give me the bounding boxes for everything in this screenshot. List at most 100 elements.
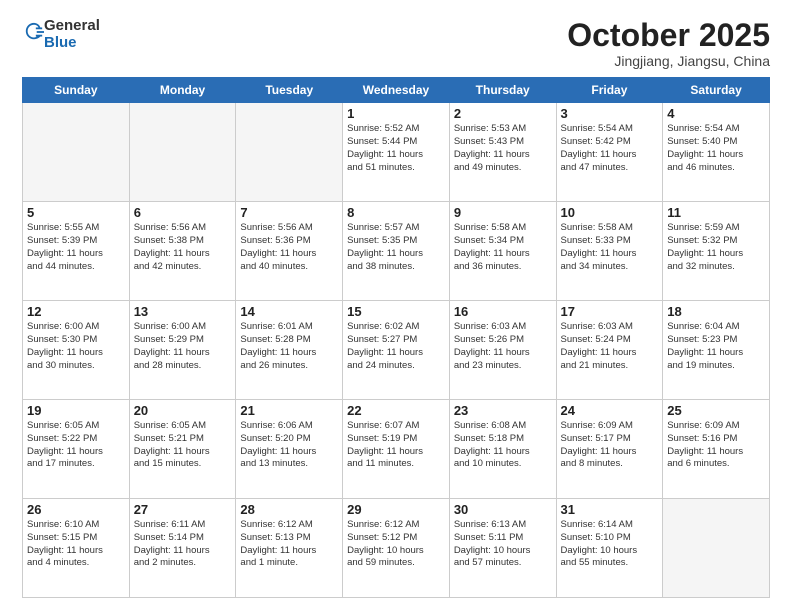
day-number: 20 [134,403,232,418]
calendar-cell [663,499,770,598]
day-info: Sunrise: 5:56 AM Sunset: 5:36 PM Dayligh… [240,222,338,273]
header-sunday: Sunday [23,78,130,103]
day-number: 19 [27,403,125,418]
calendar-cell [23,103,130,202]
day-info: Sunrise: 6:05 AM Sunset: 5:22 PM Dayligh… [27,420,125,471]
calendar-cell: 8 Sunrise: 5:57 AM Sunset: 5:35 PM Daylig… [343,202,450,301]
calendar-week-row: 1Sunrise: 5:52 AM Sunset: 5:44 PM Daylig… [23,103,770,202]
calendar-cell: 28Sunrise: 6:12 AM Sunset: 5:13 PM Dayli… [236,499,343,598]
day-number: 3 [561,106,659,121]
weekday-header-row: Sunday Monday Tuesday Wednesday Thursday… [23,78,770,103]
logo: General Blue [22,18,100,51]
day-number: 23 [454,403,552,418]
calendar-cell: 2Sunrise: 5:53 AM Sunset: 5:43 PM Daylig… [449,103,556,202]
header-monday: Monday [129,78,236,103]
day-number: 4 [667,106,765,121]
location: Jingjiang, Jiangsu, China [567,53,770,69]
calendar-cell: 23 Sunrise: 6:08 AM Sunset: 5:18 PM Dayli… [449,400,556,499]
day-number: 26 [27,502,125,517]
day-number: 27 [134,502,232,517]
calendar-cell: 12 Sunrise: 6:00 AM Sunset: 5:30 PM Dayli… [23,301,130,400]
day-number: 30 [454,502,552,517]
day-info: Sunrise: 6:00 AM Sunset: 5:30 PM Dayligh… [27,321,125,372]
day-info: Sunrise: 6:00 AM Sunset: 5:29 PM Dayligh… [134,321,232,372]
calendar-cell: 27 Sunrise: 6:11 AM Sunset: 5:14 PM Dayli… [129,499,236,598]
day-info: Sunrise: 6:14 AM Sunset: 5:10 PM Dayligh… [561,519,659,570]
calendar-cell [236,103,343,202]
day-info: Sunrise: 6:06 AM Sunset: 5:20 PM Dayligh… [240,420,338,471]
header-wednesday: Wednesday [343,78,450,103]
day-info: Sunrise: 6:03 AM Sunset: 5:26 PM Dayligh… [454,321,552,372]
header-saturday: Saturday [663,78,770,103]
day-number: 9 [454,205,552,220]
day-info: Sunrise: 6:04 AM Sunset: 5:23 PM Dayligh… [667,321,765,372]
logo-blue-text: Blue [44,34,77,51]
calendar-cell: 4Sunrise: 5:54 AM Sunset: 5:40 PM Daylig… [663,103,770,202]
day-info: Sunrise: 5:56 AM Sunset: 5:38 PM Dayligh… [134,222,232,273]
day-info: Sunrise: 6:08 AM Sunset: 5:18 PM Dayligh… [454,420,552,471]
page: General Blue October 2025 Jingjiang, Jia… [0,0,792,612]
day-info: Sunrise: 6:13 AM Sunset: 5:11 PM Dayligh… [454,519,552,570]
calendar-cell: 22Sunrise: 6:07 AM Sunset: 5:19 PM Dayli… [343,400,450,499]
day-info: Sunrise: 6:01 AM Sunset: 5:28 PM Dayligh… [240,321,338,372]
calendar-cell: 31 Sunrise: 6:14 AM Sunset: 5:10 PM Dayli… [556,499,663,598]
day-number: 16 [454,304,552,319]
calendar-cell: 20 Sunrise: 6:05 AM Sunset: 5:21 PM Dayli… [129,400,236,499]
day-number: 21 [240,403,338,418]
day-number: 5 [27,205,125,220]
header-tuesday: Tuesday [236,78,343,103]
calendar-cell: 15 Sunrise: 6:02 AM Sunset: 5:27 PM Dayli… [343,301,450,400]
calendar-cell: 10 Sunrise: 5:58 AM Sunset: 5:33 PM Dayli… [556,202,663,301]
calendar-week-row: 12 Sunrise: 6:00 AM Sunset: 5:30 PM Dayli… [23,301,770,400]
day-number: 29 [347,502,445,517]
calendar-week-row: 26 Sunrise: 6:10 AM Sunset: 5:15 PM Dayli… [23,499,770,598]
calendar-cell: 5 Sunrise: 5:55 AM Sunset: 5:39 PM Daylig… [23,202,130,301]
day-info: Sunrise: 5:59 AM Sunset: 5:32 PM Dayligh… [667,222,765,273]
day-info: Sunrise: 6:05 AM Sunset: 5:21 PM Dayligh… [134,420,232,471]
calendar-cell: 16 Sunrise: 6:03 AM Sunset: 5:26 PM Dayli… [449,301,556,400]
calendar-cell: 30 Sunrise: 6:13 AM Sunset: 5:11 PM Dayli… [449,499,556,598]
day-info: Sunrise: 5:53 AM Sunset: 5:43 PM Dayligh… [454,123,552,174]
day-number: 12 [27,304,125,319]
day-info: Sunrise: 6:02 AM Sunset: 5:27 PM Dayligh… [347,321,445,372]
day-info: Sunrise: 5:58 AM Sunset: 5:33 PM Dayligh… [561,222,659,273]
logo-icon [24,21,44,43]
day-number: 11 [667,205,765,220]
calendar-cell: 18Sunrise: 6:04 AM Sunset: 5:23 PM Dayli… [663,301,770,400]
day-info: Sunrise: 5:52 AM Sunset: 5:44 PM Dayligh… [347,123,445,174]
day-info: Sunrise: 6:11 AM Sunset: 5:14 PM Dayligh… [134,519,232,570]
header: General Blue October 2025 Jingjiang, Jia… [22,18,770,69]
day-number: 7 [240,205,338,220]
day-number: 31 [561,502,659,517]
calendar-cell: 1Sunrise: 5:52 AM Sunset: 5:44 PM Daylig… [343,103,450,202]
title-block: October 2025 Jingjiang, Jiangsu, China [567,18,770,69]
calendar-cell: 6 Sunrise: 5:56 AM Sunset: 5:38 PM Daylig… [129,202,236,301]
day-number: 10 [561,205,659,220]
calendar-cell: 25Sunrise: 6:09 AM Sunset: 5:16 PM Dayli… [663,400,770,499]
day-info: Sunrise: 6:09 AM Sunset: 5:16 PM Dayligh… [667,420,765,471]
calendar-cell [129,103,236,202]
calendar-cell: 14Sunrise: 6:01 AM Sunset: 5:28 PM Dayli… [236,301,343,400]
calendar-cell: 11 Sunrise: 5:59 AM Sunset: 5:32 PM Dayli… [663,202,770,301]
month-title: October 2025 [567,18,770,53]
day-number: 17 [561,304,659,319]
calendar-cell: 24 Sunrise: 6:09 AM Sunset: 5:17 PM Dayli… [556,400,663,499]
calendar-cell: 19 Sunrise: 6:05 AM Sunset: 5:22 PM Dayli… [23,400,130,499]
header-thursday: Thursday [449,78,556,103]
calendar-table: Sunday Monday Tuesday Wednesday Thursday… [22,77,770,598]
day-number: 15 [347,304,445,319]
header-friday: Friday [556,78,663,103]
calendar-cell: 29Sunrise: 6:12 AM Sunset: 5:12 PM Dayli… [343,499,450,598]
calendar-cell: 26 Sunrise: 6:10 AM Sunset: 5:15 PM Dayli… [23,499,130,598]
day-info: Sunrise: 5:57 AM Sunset: 5:35 PM Dayligh… [347,222,445,273]
day-info: Sunrise: 5:55 AM Sunset: 5:39 PM Dayligh… [27,222,125,273]
day-info: Sunrise: 6:10 AM Sunset: 5:15 PM Dayligh… [27,519,125,570]
day-number: 6 [134,205,232,220]
day-info: Sunrise: 6:09 AM Sunset: 5:17 PM Dayligh… [561,420,659,471]
day-info: Sunrise: 5:54 AM Sunset: 5:42 PM Dayligh… [561,123,659,174]
day-info: Sunrise: 6:03 AM Sunset: 5:24 PM Dayligh… [561,321,659,372]
calendar-cell: 9Sunrise: 5:58 AM Sunset: 5:34 PM Daylig… [449,202,556,301]
day-number: 24 [561,403,659,418]
day-info: Sunrise: 6:12 AM Sunset: 5:13 PM Dayligh… [240,519,338,570]
day-number: 8 [347,205,445,220]
